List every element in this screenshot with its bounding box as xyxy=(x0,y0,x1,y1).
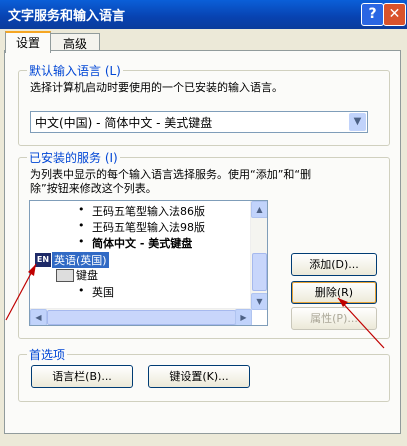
annotation-arrows xyxy=(5,263,385,349)
tab-settings[interactable]: 设置 xyxy=(5,31,51,53)
